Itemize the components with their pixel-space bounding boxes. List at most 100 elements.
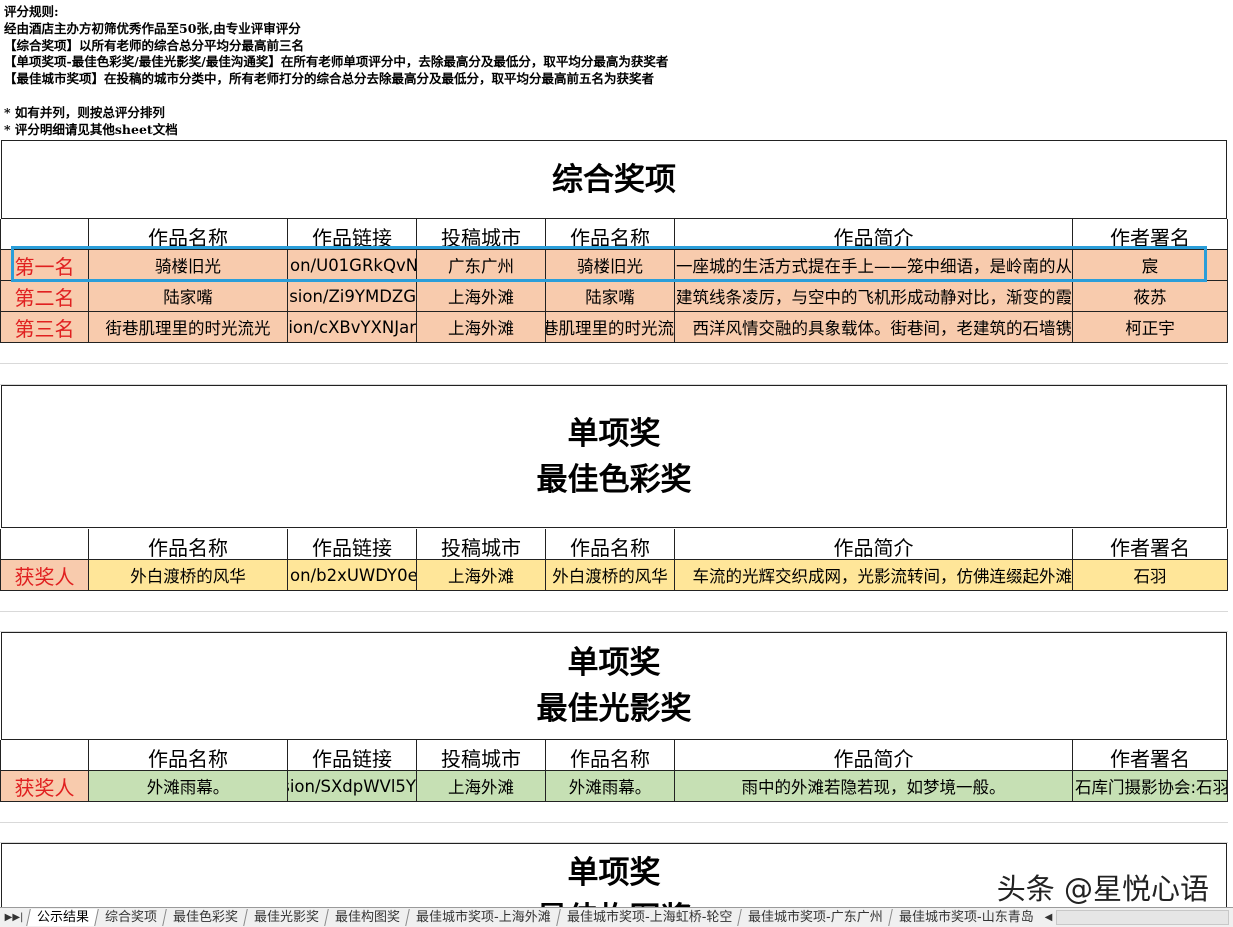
rank-cell[interactable]: 获奖人 [0,771,89,802]
sheet-tab[interactable]: 最佳光影奖 [243,909,328,926]
header-row: 作品名称 作品链接 投稿城市 作品名称 作品简介 作者署名 [0,529,1228,560]
header-row: 作品名称 作品链接 投稿城市 作品名称 作品简介 作者署名 [0,219,1228,250]
intro-cell[interactable]: 西洋风情交融的具象载体。街巷间，老建筑的石墙镌 [675,312,1073,343]
section-title-color[interactable]: 单项奖 最佳色彩奖 [1,385,1227,528]
watermark: 头条 @星悦心语 [996,872,1209,906]
header-cell[interactable]: 作品链接 [288,740,417,771]
link-cell[interactable]: on/b2xUWDY0e [288,560,417,591]
name2-cell[interactable]: 外滩雨幕。 [546,771,675,802]
link-cell[interactable]: sion/SXdpWVl5Y [288,771,417,802]
table-row: 第一名 骑楼旧光 on/U01GRkQvN 广东广州 骑楼旧光 一座城的生活方式… [0,250,1228,281]
header-cell[interactable]: 作品名称 [89,219,288,250]
rules-text: 评分规则: 经由酒店主办方初筛优秀作品至50张,由专业评审评分 【综合奖项】以所… [4,4,1204,138]
tab-next-icon[interactable]: ▶ [5,912,13,923]
header-cell[interactable]: 作品名称 [89,740,288,771]
rank-cell[interactable]: 第一名 [0,250,89,281]
intro-cell[interactable]: 雨中的外滩若隐若现，如梦境一般。 [675,771,1073,802]
link-cell[interactable]: on/U01GRkQvN [288,250,417,281]
header-cell[interactable]: 作品链接 [288,529,417,560]
sheet-tab[interactable]: 最佳城市奖项-广东广州 [737,909,892,926]
name-cell[interactable]: 陆家嘴 [89,281,288,312]
section-subtitle: 最佳色彩奖 [536,461,692,498]
link-cell[interactable]: sion/cXBvYXNJar [288,312,417,343]
rules-line: * 如有并列，则按总评分排列 [4,104,165,120]
name2-cell[interactable]: 外白渡桥的风华 [546,560,675,591]
spreadsheet-grid[interactable]: 综合奖项 作品名称 作品链接 投稿城市 作品名称 作品简介 作者署名 第一名 骑… [0,140,1233,907]
header-cell[interactable]: 作品名称 [546,740,675,771]
empty-row[interactable] [0,364,1228,385]
header-cell[interactable]: 投稿城市 [417,219,546,250]
sheet-tab[interactable]: 最佳构图奖 [324,909,409,926]
header-cell-blank[interactable] [0,219,89,250]
header-cell[interactable]: 作品简介 [675,529,1073,560]
table-row: 第二名 陆家嘴 sion/Zi9YMDZG 上海外滩 陆家嘴 建筑线条凌厉，与空… [0,281,1228,312]
header-cell[interactable]: 作品名称 [546,529,675,560]
author-cell[interactable]: 宸 [1073,250,1228,281]
rules-line: 【单项奖项-最佳色彩奖/最佳光影奖/最佳沟通奖】在所有老师单项评分中，去除最高分… [4,54,669,70]
link-cell[interactable]: sion/Zi9YMDZG [288,281,417,312]
city-cell[interactable]: 上海外滩 [417,560,546,591]
rules-line: 【综合奖项】以所有老师的综合总分平均分最高前三名 [4,37,305,53]
tab-last-icon[interactable]: ▶| [12,912,23,923]
city-cell[interactable]: 上海外滩 [417,312,546,343]
rank-cell[interactable]: 第二名 [0,281,89,312]
intro-cell[interactable]: 车流的光辉交织成网，光影流转间，仿佛连缀起外滩 [675,560,1073,591]
city-cell[interactable]: 广东广州 [417,250,546,281]
rules-line: * 评分明细请见其他sheet文档 [4,121,178,137]
empty-row[interactable] [0,343,1228,364]
empty-row[interactable] [0,802,1228,823]
sheet-tab[interactable]: 公示结果 [26,909,98,926]
section-title: 综合奖项 [552,161,676,198]
tab-nav-arrows[interactable]: ▶ ▶| [0,912,28,923]
header-cell[interactable]: 作品简介 [675,219,1073,250]
name-cell[interactable]: 外白渡桥的风华 [89,560,288,591]
header-cell-blank[interactable] [0,740,89,771]
section-title-overall[interactable]: 综合奖项 [1,140,1227,219]
city-cell[interactable]: 上海外滩 [417,281,546,312]
header-row: 作品名称 作品链接 投稿城市 作品名称 作品简介 作者署名 [0,740,1228,771]
header-cell[interactable]: 作者署名 [1073,740,1228,771]
sheet-tab-bar: ▶ ▶| 公示结果 综合奖项 最佳色彩奖 最佳光影奖 最佳构图奖 最佳城市奖项-上… [0,907,1233,927]
author-cell[interactable]: 石库门摄影协会:石羽 [1073,771,1228,802]
intro-cell[interactable]: 建筑线条凌厉，与空中的飞机形成动静对比，渐变的霞 [675,281,1073,312]
header-cell[interactable]: 作者署名 [1073,219,1228,250]
rules-line [4,88,1204,105]
section-title: 单项奖 [567,415,661,452]
author-cell[interactable]: 石羽 [1073,560,1228,591]
intro-cell[interactable]: 一座城的生活方式提在手上——笼中细语，是岭南的从 [675,250,1073,281]
empty-row[interactable] [0,611,1228,632]
section-title-light[interactable]: 单项奖 最佳光影奖 [1,632,1227,740]
section-subtitle: 最佳构图奖 [537,896,692,907]
empty-row[interactable] [0,822,1228,843]
header-cell-blank[interactable] [0,529,89,560]
header-cell[interactable]: 作品名称 [89,529,288,560]
header-cell[interactable]: 作品名称 [546,219,675,250]
table-row: 获奖人 外白渡桥的风华 on/b2xUWDY0e 上海外滩 外白渡桥的风华 车流… [0,560,1228,591]
scroll-left-icon[interactable]: ◀ [1041,912,1057,923]
empty-row[interactable] [0,591,1228,612]
city-cell[interactable]: 上海外滩 [417,771,546,802]
name2-cell[interactable]: 陆家嘴 [546,281,675,312]
rules-line: 评分规则: [4,4,59,19]
sheet-tab[interactable]: 最佳色彩奖 [162,909,247,926]
name2-cell[interactable]: 骑楼旧光 [546,250,675,281]
section-title: 单项奖 [567,645,661,681]
sheet-tab[interactable]: 最佳城市奖项-山东青岛 [888,909,1043,926]
name2-cell[interactable]: 巷肌理里的时光流 [546,312,675,343]
rank-cell[interactable]: 获奖人 [0,560,89,591]
sheet-tab[interactable]: 综合奖项 [94,909,166,926]
horizontal-scrollbar[interactable] [1056,910,1229,925]
author-cell[interactable]: 莜苏 [1073,281,1228,312]
sheet-tab[interactable]: 最佳城市奖项-上海外滩 [405,909,560,926]
header-cell[interactable]: 作者署名 [1073,529,1228,560]
header-cell[interactable]: 投稿城市 [417,740,546,771]
sheet-tab[interactable]: 最佳城市奖项-上海虹桥-轮空 [555,909,741,926]
header-cell[interactable]: 作品链接 [288,219,417,250]
header-cell[interactable]: 投稿城市 [417,529,546,560]
rank-cell[interactable]: 第三名 [0,312,89,343]
header-cell[interactable]: 作品简介 [675,740,1073,771]
name-cell[interactable]: 外滩雨幕。 [89,771,288,802]
name-cell[interactable]: 骑楼旧光 [89,250,288,281]
author-cell[interactable]: 柯正宇 [1073,312,1228,343]
name-cell[interactable]: 街巷肌理里的时光流光 [89,312,288,343]
